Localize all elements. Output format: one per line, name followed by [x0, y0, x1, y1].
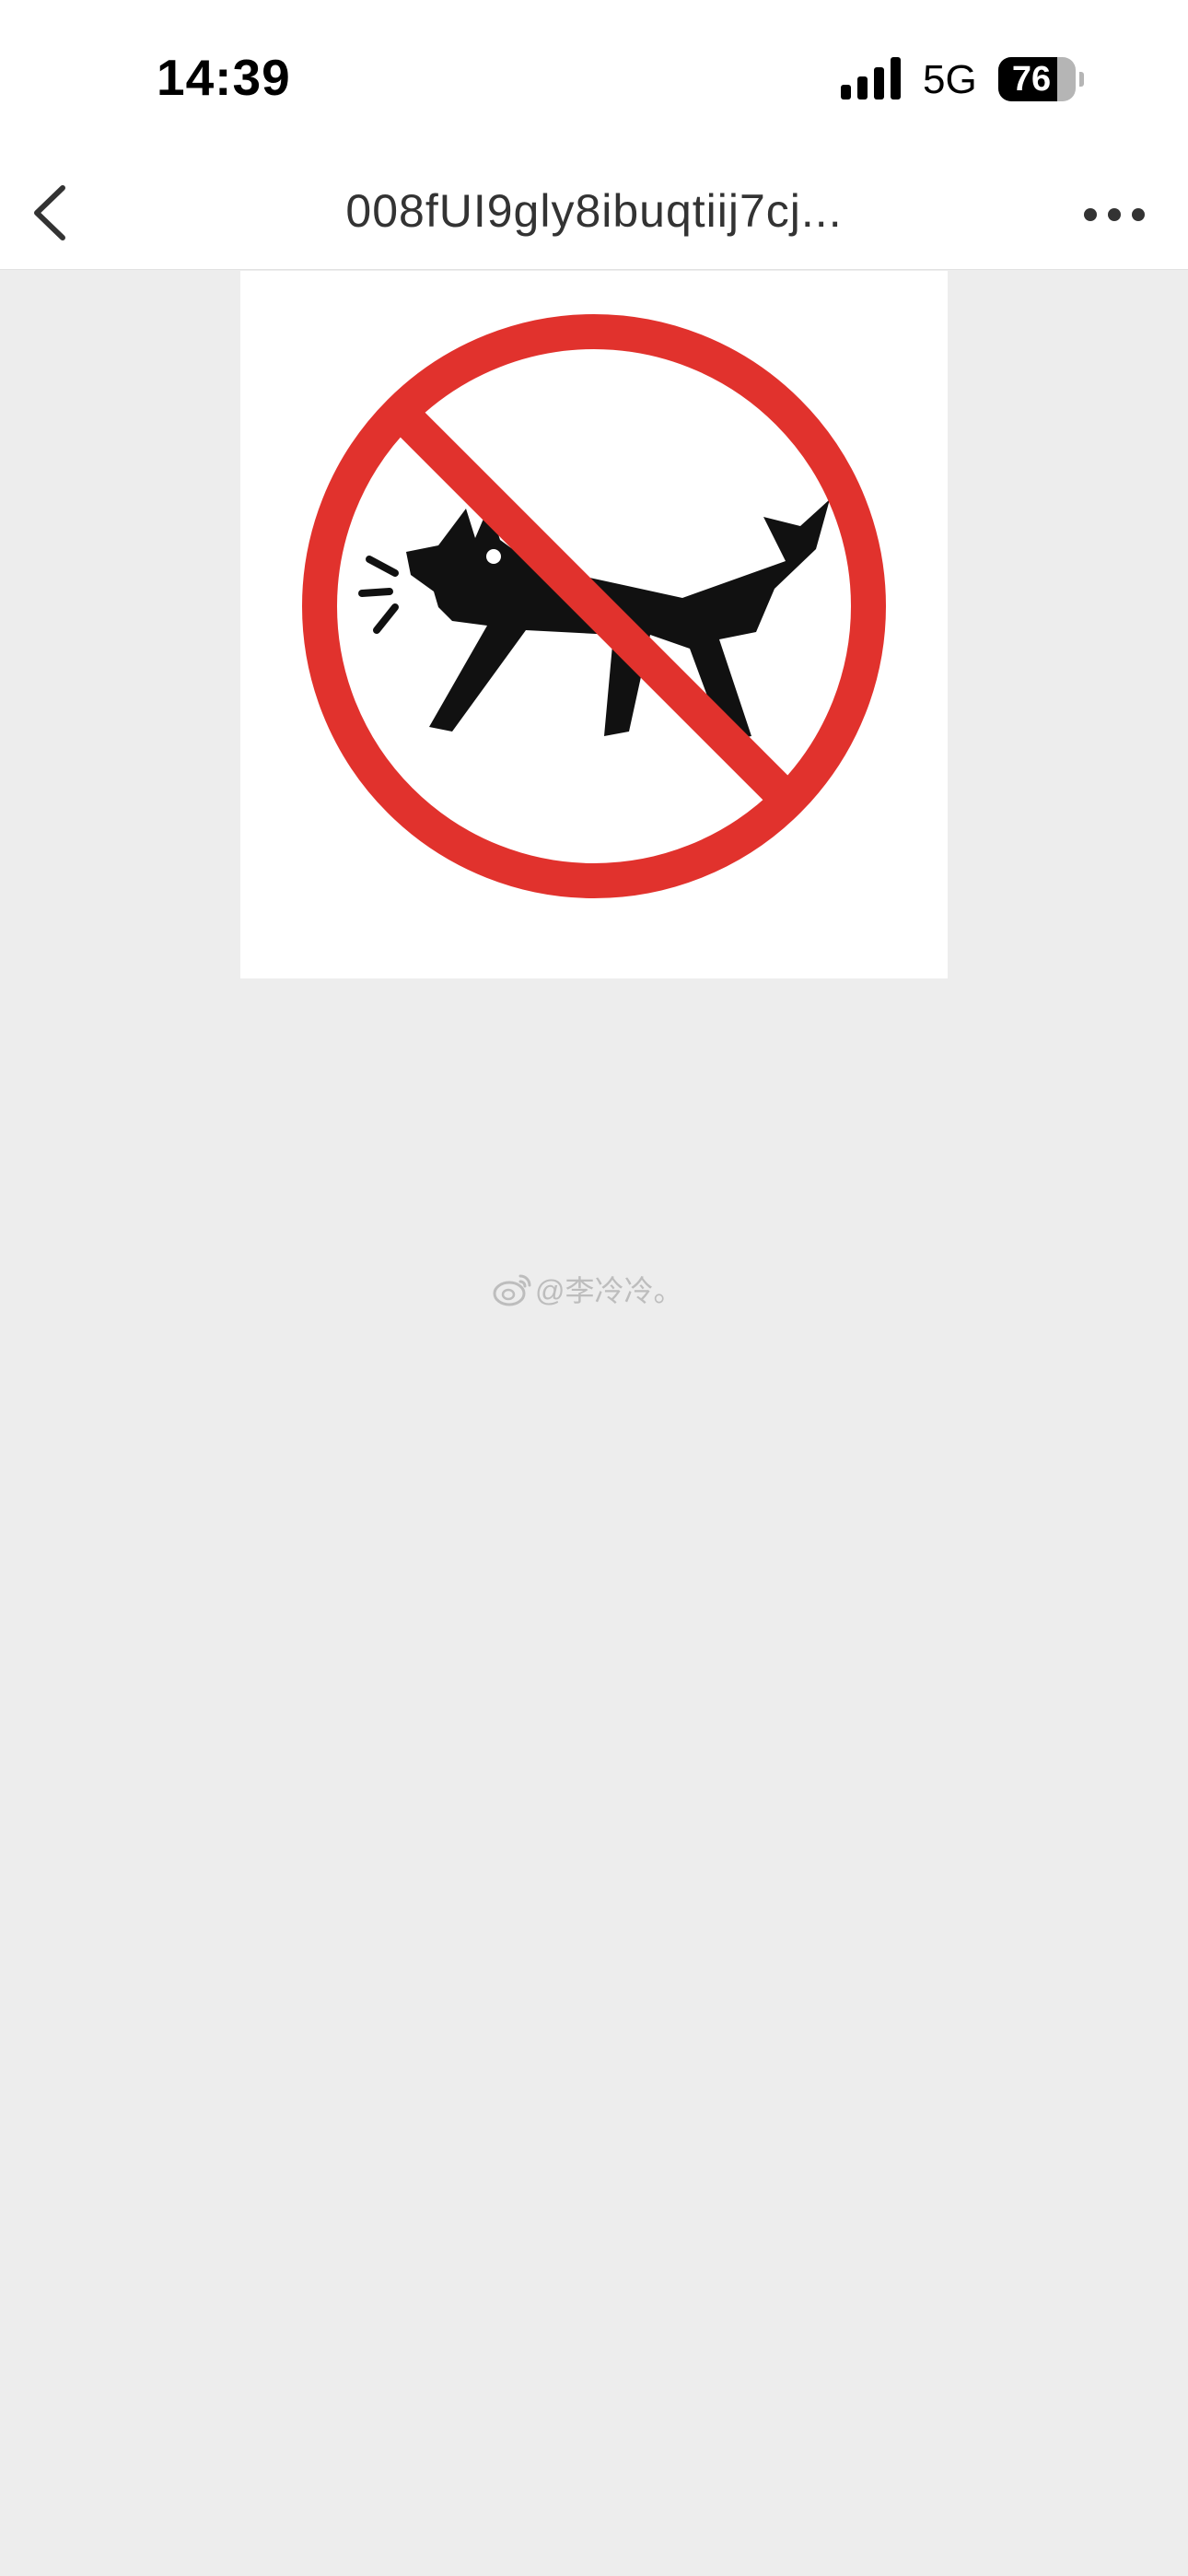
weibo-icon: [493, 1274, 531, 1306]
signal-icon: [841, 57, 901, 100]
battery-icon: 76: [998, 57, 1084, 101]
battery-percent: 76: [1011, 60, 1052, 99]
chevron-left-icon[interactable]: [17, 175, 99, 251]
watermark-text: @李冷冷: [535, 1274, 654, 1307]
network-label: 5G: [923, 57, 977, 102]
status-bar: 14:39 5G 76: [0, 0, 1188, 157]
more-dots-icon[interactable]: [1077, 192, 1151, 238]
no-barking-dog-sign: [302, 314, 886, 898]
watermark: @李冷冷 。: [493, 1266, 683, 1312]
watermark-suffix: 。: [653, 1274, 683, 1307]
status-time: 14:39: [157, 49, 291, 106]
page-title: 008fUI9gly8ibuqtiij7cj...: [345, 185, 843, 237]
image-viewer[interactable]: [240, 271, 948, 978]
nav-bar: 008fUI9gly8ibuqtiij7cj...: [0, 157, 1188, 270]
